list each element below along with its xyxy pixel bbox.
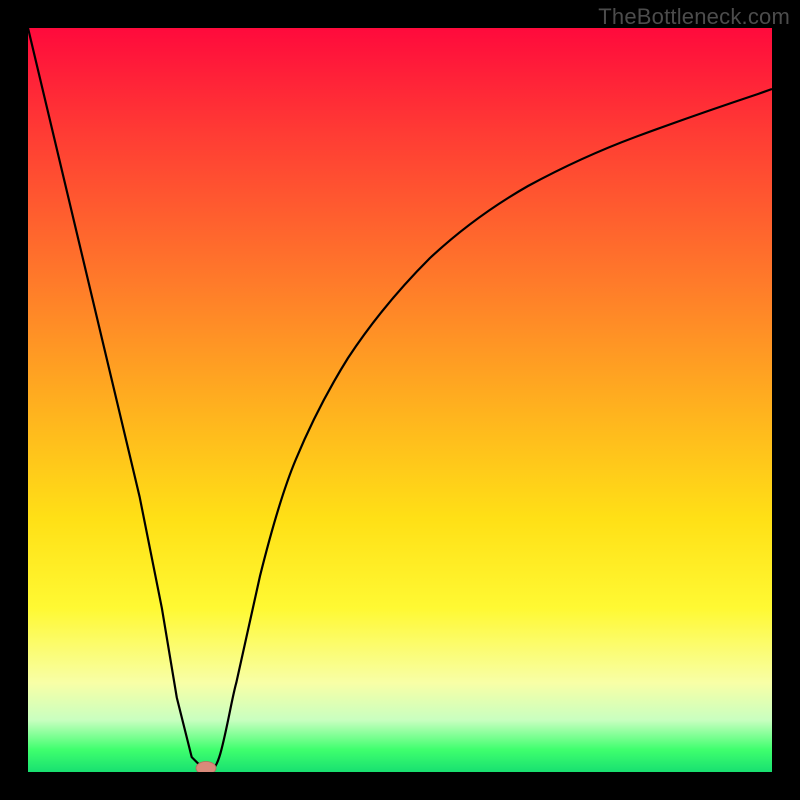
bottleneck-curve xyxy=(28,28,772,772)
chart-frame: TheBottleneck.com xyxy=(0,0,800,800)
plot-area xyxy=(28,28,772,772)
curve-layer xyxy=(28,28,772,772)
min-point-marker xyxy=(196,762,216,773)
watermark-text: TheBottleneck.com xyxy=(598,4,790,30)
